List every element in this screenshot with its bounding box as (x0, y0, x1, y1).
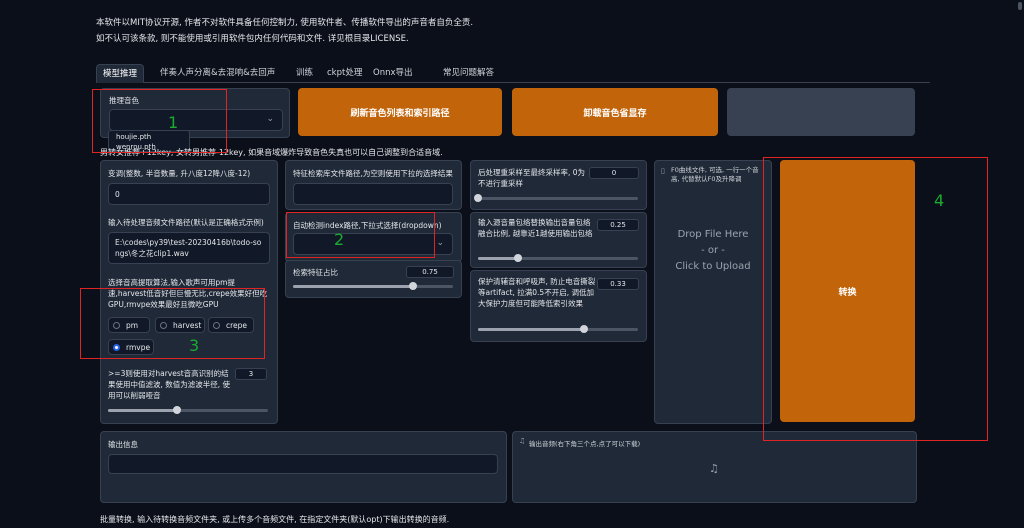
protect-label: 保护清辅音和呼吸声, 防止电音撕裂等artifact, 拉满0.5不开启, 调低… (478, 277, 596, 308)
feature-index-label: 特征检索库文件路径,为空则使用下拉的选择结果 (293, 169, 453, 178)
transpose-input[interactable]: 0 (108, 183, 270, 205)
rms-mix-input[interactable]: 0.25 (597, 219, 639, 231)
audio-placeholder-icon: ♫ (709, 462, 719, 475)
tab-train[interactable]: 训练 (296, 64, 313, 82)
batch-label: 批量转换, 输入待转换音频文件夹, 或上传多个音频文件, 在指定文件夹(默认op… (100, 515, 450, 524)
filter-radius-label: >=3则使用对harvest音高识别的结果使用中值滤波, 数值为滤波半径, 使用… (108, 369, 231, 400)
input-path-field[interactable]: E:\codes\py39\test-20230416b\todo-songs\… (108, 232, 270, 264)
tab-bar: 模型推理 伴奏人声分离&去混响&去回声 训练 ckpt处理 Onnx导出 常见问… (96, 64, 930, 83)
license-notice-line1: 本软件以MIT协议开源, 作者不对软件具备任何控制力, 使用软件者、传播软件导出… (96, 18, 474, 28)
drop-file-text: Drop File Here (677, 229, 749, 240)
input-path-label: 输入待处理音频文件路径(默认是正确格式示例) (108, 218, 264, 227)
slider-knob[interactable] (474, 194, 482, 202)
slider-knob[interactable] (514, 254, 522, 262)
click-upload-text: Click to Upload (675, 261, 751, 272)
feature-index-panel: 特征检索库文件路径,为空则使用下拉的选择结果 (285, 160, 462, 210)
feature-index-input[interactable] (293, 183, 453, 205)
index-rate-label: 检索特征占比 (293, 268, 338, 277)
filter-radius-input[interactable]: 3 (235, 368, 267, 380)
tab-onnx-export[interactable]: Onnx导出 (373, 64, 413, 82)
music-note-icon: ♫ (519, 437, 526, 445)
slider-fill (478, 328, 584, 331)
index-rate-panel: 检索特征占比 0.75 (285, 260, 462, 298)
output-info-label: 输出信息 (108, 440, 138, 449)
slider-fill (478, 257, 518, 260)
filter-radius-slider[interactable] (108, 406, 268, 414)
resample-panel: 后处理重采样至最终采样率, 0为不进行重采样 0 (470, 160, 647, 210)
output-audio-panel: ♫ 输出音频(右下角三个点,点了可以下载) ♫ (512, 431, 917, 503)
slider-knob[interactable] (579, 325, 588, 333)
slider-fill (108, 409, 177, 412)
annotation-box-2 (286, 212, 435, 258)
empty-slot (727, 88, 915, 136)
chevron-down-icon: ⌄ (266, 114, 274, 124)
protect-slider[interactable] (478, 325, 638, 333)
protect-input[interactable]: 0.33 (597, 278, 639, 290)
output-info-textbox[interactable] (108, 454, 498, 474)
output-info-panel: 输出信息 (100, 431, 507, 503)
slider-fill (293, 285, 413, 288)
license-notice-line2: 如不认可该条款, 则不能使用或引用软件包内任何代码和文件. 详见根目录LICEN… (96, 34, 409, 44)
f0-upload-label: F0曲线文件, 可选, 一行一个音高, 代替默认F0及升降调 (671, 166, 759, 183)
slider-knob[interactable] (172, 406, 181, 414)
output-audio-label: 输出音频(右下角三个点,点了可以下载) (529, 440, 641, 448)
rms-mix-panel: 输入源音量包络替换输出音量包络融合比例, 越靠近1越使用输出包络 0.25 (470, 212, 647, 268)
annotation-number-4: 4 (934, 191, 945, 210)
index-rate-slider[interactable] (293, 282, 453, 290)
annotation-box-1 (92, 89, 227, 153)
tab-vocal-separation[interactable]: 伴奏人声分离&去混响&去回声 (160, 64, 275, 82)
annotation-number-2: 2 (334, 230, 345, 249)
chevron-down-icon: ⌄ (436, 238, 444, 248)
annotation-number-3: 3 (189, 336, 200, 355)
tab-faq[interactable]: 常见问题解答 (443, 64, 494, 82)
index-rate-input[interactable]: 0.75 (406, 266, 454, 278)
annotation-box-4 (763, 157, 988, 441)
rms-mix-slider[interactable] (478, 254, 638, 262)
transpose-label: 变调(整数, 半音数量, 升八度12降八度-12) (108, 169, 251, 178)
scrollbar-track[interactable] (1016, 0, 1024, 528)
file-icon: ▯ (661, 167, 665, 175)
resample-label: 后处理重采样至最终采样率, 0为不进行重采样 (478, 168, 586, 188)
unload-voice-button[interactable]: 卸载音色省显存 (512, 88, 718, 136)
tab-ckpt[interactable]: ckpt处理 (327, 64, 362, 82)
or-text: - or - (701, 245, 725, 256)
rms-mix-label: 输入源音量包络替换输出音量包络融合比例, 越靠近1越使用输出包络 (478, 218, 593, 238)
resample-slider[interactable] (474, 194, 638, 202)
scrollbar-thumb[interactable] (1018, 2, 1022, 10)
tab-model-inference[interactable]: 模型推理 (96, 64, 145, 83)
annotation-box-3 (80, 288, 265, 359)
resample-input[interactable]: 0 (589, 167, 639, 179)
slider-knob[interactable] (409, 282, 417, 290)
protect-panel: 保护清辅音和呼吸声, 防止电音撕裂等artifact, 拉满0.5不开启, 调低… (470, 270, 647, 342)
f0-upload-panel[interactable]: ▯ F0曲线文件, 可选, 一行一个音高, 代替默认F0及升降调 Drop Fi… (654, 160, 772, 424)
refresh-voices-button[interactable]: 刷新音色列表和索引路径 (298, 88, 502, 136)
annotation-number-1: 1 (168, 113, 179, 132)
